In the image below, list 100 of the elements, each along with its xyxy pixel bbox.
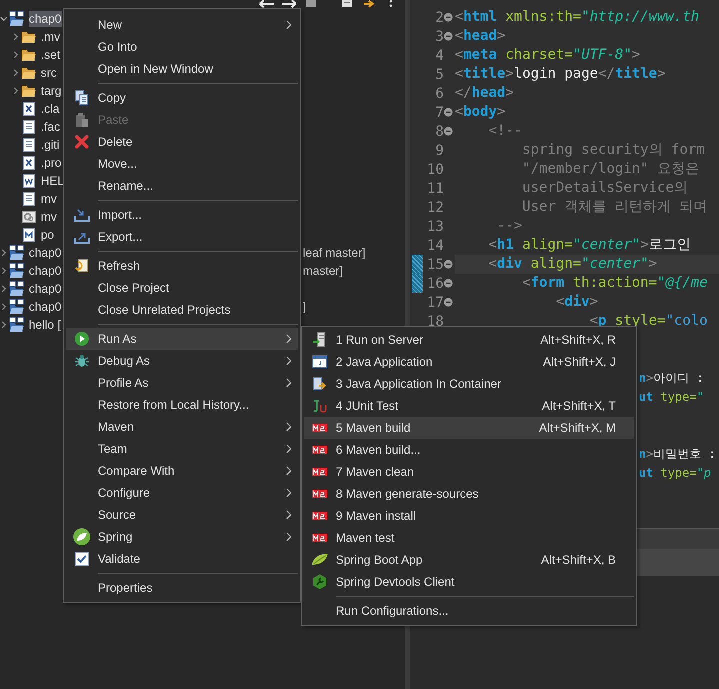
tree-item[interactable]: .mv (41, 29, 60, 45)
tree-item[interactable]: po (41, 227, 54, 243)
import-icon (74, 207, 90, 223)
tree-item[interactable]: chap0 (29, 299, 62, 315)
menu-item[interactable]: Configure (66, 482, 298, 504)
link-arrow-icon[interactable] (361, 0, 377, 8)
menu-item[interactable]: Import... (66, 204, 298, 226)
menu-item[interactable]: Compare With (66, 460, 298, 482)
fold-icon[interactable] (444, 298, 453, 307)
fold-icon[interactable] (444, 108, 453, 117)
tree-item[interactable]: HEL (41, 173, 64, 189)
menu-item[interactable]: Export... (66, 226, 298, 248)
menu-item[interactable]: 6 Maven build... (304, 439, 634, 461)
menu-item[interactable]: 1 Run on Server Alt+Shift+X, R (304, 329, 634, 351)
file-icon (21, 155, 37, 171)
menu-item[interactable]: Delete (66, 131, 298, 153)
tree-item-text: ] (303, 300, 306, 314)
line-number: 13 (426, 218, 444, 234)
menu-item[interactable]: Copy (66, 87, 298, 109)
tree-item-text: leaf master] (303, 246, 366, 260)
menu-item[interactable]: 3 Java Application In Container (304, 373, 634, 395)
forward-arrow-icon[interactable] (281, 0, 297, 8)
project-icon (9, 317, 25, 333)
menu-item[interactable]: New (66, 14, 298, 36)
tree-item[interactable]: hello [ (29, 317, 62, 333)
fold-icon[interactable] (444, 279, 453, 288)
shortcut-text: Alt+Shift+X, T (542, 399, 617, 413)
menu-item[interactable]: Validate (66, 548, 298, 570)
code-line: <meta charset="UTF-8"> (455, 46, 640, 65)
tree-item[interactable]: chap0 (29, 11, 62, 27)
line-number: 15 (426, 256, 444, 272)
menu-item[interactable]: 9 Maven install (304, 505, 634, 527)
tree-item[interactable]: .cla (41, 101, 60, 117)
menu-item[interactable]: Open in New Window (66, 58, 298, 80)
code-line: <div> (555, 293, 598, 312)
shortcut-text: Alt+Shift+X, B (541, 553, 617, 567)
tree-item[interactable]: chap0 (29, 263, 62, 279)
shortcut-text: Alt+Shift+X, R (540, 333, 617, 347)
tree-item[interactable]: .pro (41, 155, 62, 171)
document-icon[interactable] (339, 0, 355, 8)
refresh-icon (74, 258, 90, 274)
tree-item[interactable]: .set (41, 47, 60, 63)
settings-file-icon (21, 209, 37, 225)
line-number: 4 (434, 48, 444, 64)
menu-item[interactable]: Rename... (66, 175, 298, 197)
wrench-icon (312, 574, 328, 590)
menu-item[interactable]: Team (66, 438, 298, 460)
tree-item[interactable]: src (41, 65, 57, 81)
menu-item[interactable]: Go Into (66, 36, 298, 58)
menu-item[interactable]: Spring Devtools Client (304, 571, 634, 593)
tree-item[interactable]: .giti (41, 137, 60, 153)
checkbox-icon (74, 551, 90, 567)
file-icon (21, 227, 37, 243)
code-line: "/member/login" 요청은 (521, 160, 700, 179)
line-number: 5 (434, 66, 444, 82)
collapse-icon[interactable] (303, 0, 319, 8)
fold-icon[interactable] (444, 13, 453, 22)
tree-item[interactable]: mv (41, 191, 57, 207)
tree-item[interactable]: targ (41, 83, 62, 99)
menu-item[interactable]: Spring (66, 526, 298, 548)
menu-item[interactable]: Refresh (66, 255, 298, 277)
menu-item[interactable]: Profile As (66, 372, 298, 394)
code-line: <head> (455, 27, 506, 46)
fold-icon[interactable] (444, 260, 453, 269)
code-line: n>아이디 : (639, 370, 704, 387)
tree-item[interactable]: mv (41, 209, 57, 225)
menu-item[interactable]: 8 Maven generate-sources (304, 483, 634, 505)
menu-item[interactable]: 2 Java Application Alt+Shift+X, J (304, 351, 634, 373)
menu-item[interactable]: Run As (66, 328, 298, 350)
line-number: 8 (434, 124, 444, 140)
menu-item[interactable]: Source (66, 504, 298, 526)
clipboard-icon (74, 112, 90, 128)
menu-item[interactable]: Maven test (304, 527, 634, 549)
project-icon (9, 245, 25, 261)
menu-item[interactable]: 7 Maven clean (304, 461, 634, 483)
fold-icon[interactable] (444, 127, 453, 136)
fold-icon[interactable] (444, 32, 453, 41)
container-icon (312, 376, 328, 392)
tree-item[interactable]: chap0 (29, 245, 62, 261)
copy-icon (74, 90, 90, 106)
menu-item[interactable]: Restore from Local History... (66, 394, 298, 416)
menu-item[interactable]: Close Project (66, 277, 298, 299)
menu-item[interactable]: Move... (66, 153, 298, 175)
code-line: <form th:action="@{/me (521, 274, 708, 293)
menu-item[interactable]: Maven (66, 416, 298, 438)
code-line: ut type="p (639, 465, 712, 482)
code-line: <body> (455, 103, 506, 122)
menu-item[interactable]: Run Configurations... (304, 600, 634, 622)
tree-item[interactable]: chap0 (29, 281, 62, 297)
tree-item[interactable]: .fac (41, 119, 60, 135)
line-number: 2 (434, 10, 444, 26)
document-icon (21, 137, 37, 153)
menu-item[interactable]: Properties (66, 577, 298, 599)
menu-item[interactable]: Close Unrelated Projects (66, 299, 298, 321)
back-arrow-icon[interactable] (259, 0, 275, 8)
menu-item[interactable]: 4 JUnit Test Alt+Shift+X, T (304, 395, 634, 417)
menu-item[interactable]: Spring Boot App Alt+Shift+X, B (304, 549, 634, 571)
menu-item[interactable]: 5 Maven build Alt+Shift+X, M (304, 417, 634, 439)
menu-item[interactable]: Debug As (66, 350, 298, 372)
document-icon (21, 119, 37, 135)
